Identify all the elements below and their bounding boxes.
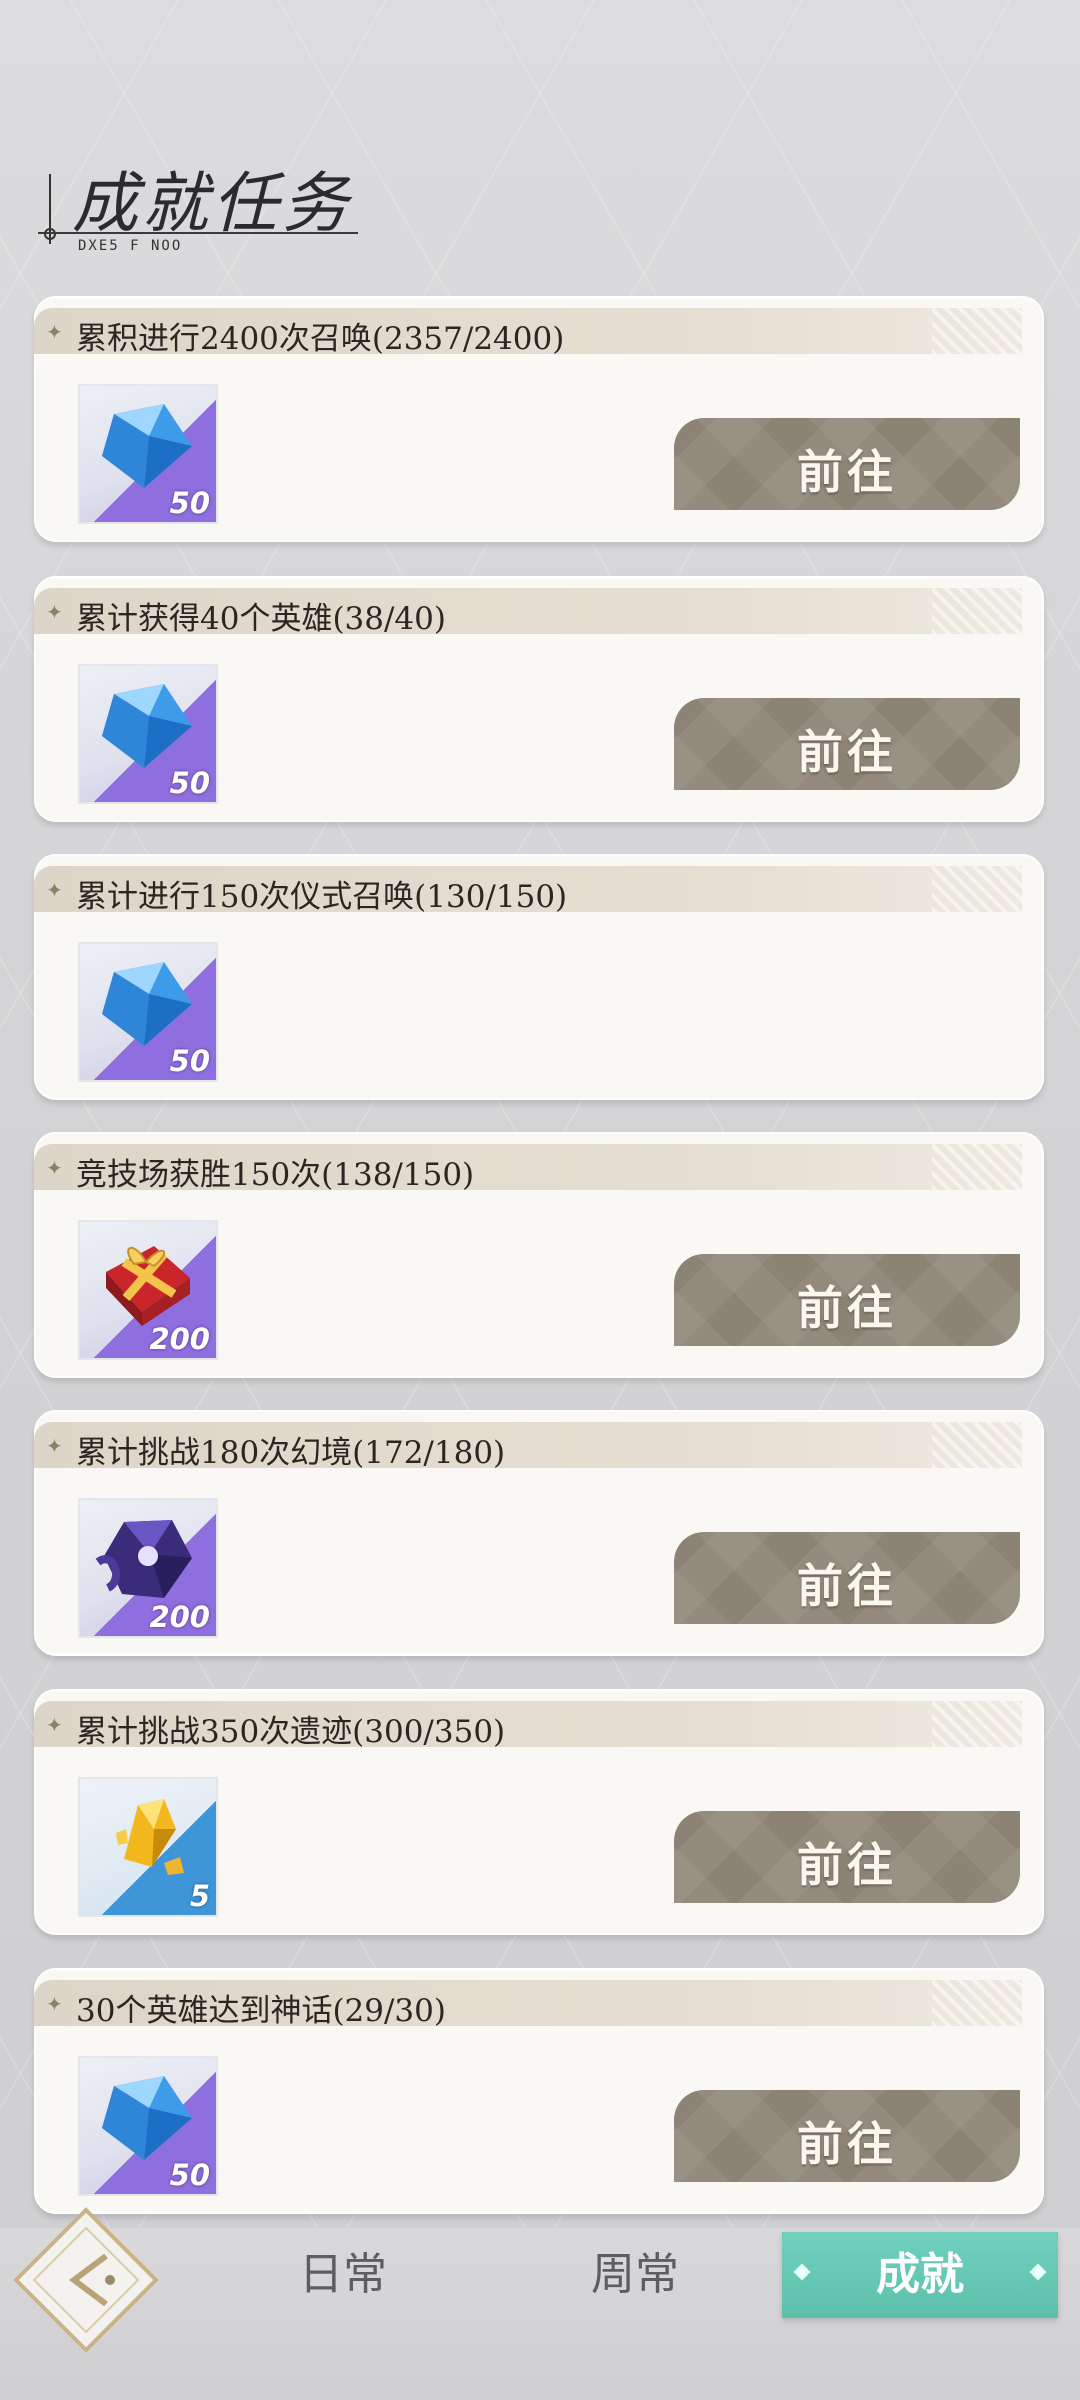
task-card: ✦ 累计挑战180次幻境(172/180) 200 前往 [34,1410,1044,1656]
task-card: ✦ 竞技场获胜150次(138/150) 200 前往 [34,1132,1044,1378]
reward-item[interactable]: 50 [78,2056,218,2196]
tab-achievement-label: 成就 [876,2249,964,2300]
go-button-label: 前往 [797,2117,897,2171]
header-decoration [932,588,1022,634]
go-button-label: 前往 [797,1559,897,1613]
gift-box-icon [106,1246,190,1326]
reward-quantity: 50 [169,766,210,800]
go-button-label: 前往 [797,445,897,499]
task-header: ✦ 累计挑战180次幻境(172/180) [34,1422,1022,1471]
diamond-icon [102,684,192,768]
reward-quantity: 50 [169,2158,210,2192]
tab-daily[interactable]: 日常 [228,2232,458,2318]
task-header: ✦ 竞技场获胜150次(138/150) [34,1144,1022,1193]
gold-crystal-icon [116,1799,184,1875]
diamond-marker-icon [793,2263,811,2281]
go-button-label: 前往 [797,1281,897,1335]
reward-item[interactable]: 200 [78,1498,218,1638]
task-card: ✦ 累积进行2400次召唤(2357/2400) 50 前往 [34,296,1044,542]
task-card: ✦ 累计获得40个英雄(38/40) 50 前往 [34,576,1044,822]
task-title: 累计挑战180次幻境(172/180) [76,1435,506,1471]
diamond-icon [102,2076,192,2160]
task-title: 累计获得40个英雄(38/40) [76,601,446,637]
header-decoration [932,1980,1022,2026]
sparkle-icon: ✦ [46,1156,63,1180]
task-title: 30个英雄达到神话(29/30) [76,1993,446,2029]
diamond-icon [102,962,192,1046]
task-title: 累积进行2400次召唤(2357/2400) [76,321,565,357]
task-title: 累计进行150次仪式召唤(130/150) [76,879,568,915]
sparkle-icon: ✦ [46,878,63,902]
header-decoration [932,308,1022,354]
page-header: 成就任务 DXE5 F NOO [38,150,368,260]
task-title: 累计挑战350次遗迹(300/350) [76,1714,506,1750]
header-decoration [932,1701,1022,1747]
sparkle-icon: ✦ [46,1434,63,1458]
reward-quantity: 50 [169,1044,210,1078]
sparkle-icon: ✦ [46,1992,63,2016]
reward-quantity: 200 [149,1600,210,1634]
diamond-marker-icon [1029,2263,1047,2281]
tab-achievement[interactable]: 成就 [782,2232,1058,2318]
go-button[interactable]: 前往 [674,1532,1020,1624]
header-decoration [932,1144,1022,1190]
task-card: ✦ 累计挑战350次遗迹(300/350) 5 前往 [34,1689,1044,1935]
go-button-label: 前往 [797,1838,897,1892]
reward-item[interactable]: 50 [78,942,218,1082]
go-button[interactable]: 前往 [674,418,1020,510]
header-decoration [932,1422,1022,1468]
reward-quantity: 200 [149,1322,210,1356]
sparkle-icon: ✦ [46,320,63,344]
task-card: ✦ 30个英雄达到神话(29/30) 50 前往 [34,1968,1044,2214]
go-button-label: 前往 [797,725,897,779]
reward-item[interactable]: 50 [78,664,218,804]
title-subtitle: DXE5 F NOO [78,238,183,254]
diamond-icon [102,404,192,488]
task-header: ✦ 累计挑战350次遗迹(300/350) [34,1701,1022,1750]
task-header: ✦ 30个英雄达到神话(29/30) [34,1980,1022,2029]
reward-quantity: 50 [169,486,210,520]
sparkle-icon: ✦ [46,1713,63,1737]
task-title: 竞技场获胜150次(138/150) [76,1157,475,1193]
reward-item[interactable]: 50 [78,384,218,524]
reward-item[interactable]: 5 [78,1777,218,1917]
task-card: ✦ 累计进行150次仪式召唤(130/150) 50 [34,854,1044,1100]
task-header: ✦ 累计获得40个英雄(38/40) [34,588,1022,637]
sparkle-icon: ✦ [46,600,63,624]
purple-gem-icon [95,1520,192,1598]
task-header: ✦ 累计进行150次仪式召唤(130/150) [34,866,1022,915]
back-arrow-icon[interactable] [6,2200,166,2360]
task-header: ✦ 累积进行2400次召唤(2357/2400) [34,308,1022,357]
go-button[interactable]: 前往 [674,2090,1020,2182]
header-decoration [932,866,1022,912]
reward-item[interactable]: 200 [78,1220,218,1360]
go-button[interactable]: 前往 [674,698,1020,790]
title-underline [38,232,358,234]
go-button[interactable]: 前往 [674,1811,1020,1903]
go-button[interactable]: 前往 [674,1254,1020,1346]
reward-quantity: 5 [189,1879,210,1913]
tab-weekly[interactable]: 周常 [520,2232,750,2318]
